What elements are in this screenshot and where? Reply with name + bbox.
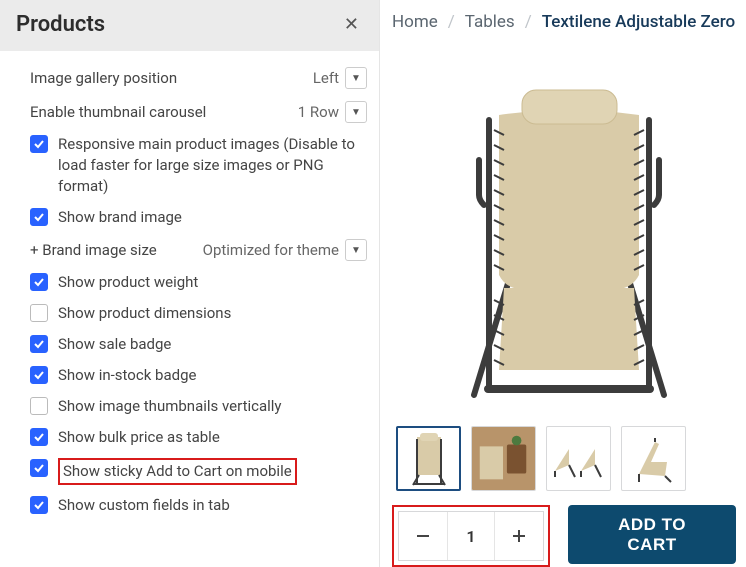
field-label: Enable thumbnail carousel <box>30 103 298 121</box>
checkbox-label: Show image thumbnails vertically <box>58 396 282 417</box>
thumbnail-row <box>392 420 746 505</box>
main-product-image <box>392 40 746 420</box>
field-gallery-position: Image gallery position Left ▼ <box>30 61 367 95</box>
checkbox-label: Responsive main product images (Disable … <box>58 134 367 197</box>
breadcrumb-tables[interactable]: Tables <box>465 12 515 32</box>
checkbox-label: Show sale badge <box>58 334 171 355</box>
panel-body: Image gallery position Left ▼ Enable thu… <box>0 51 379 531</box>
quantity-highlight: 1 <box>392 505 550 567</box>
plus-icon <box>511 528 527 544</box>
field-thumb-carousel: Enable thumbnail carousel 1 Row ▼ <box>30 95 367 129</box>
breadcrumb-home[interactable]: Home <box>392 12 438 32</box>
checkbox-label: Show product weight <box>58 272 198 293</box>
checkbox-icon[interactable] <box>30 428 48 446</box>
thumbnail-4[interactable] <box>621 426 686 491</box>
chair-icon <box>444 50 694 410</box>
panel-header: Products ✕ <box>0 0 379 51</box>
highlight-box: Show sticky Add to Cart on mobile <box>58 458 297 485</box>
minus-icon <box>415 528 431 544</box>
checkbox-icon[interactable] <box>30 273 48 291</box>
checkbox-icon[interactable] <box>30 459 48 477</box>
checkbox-icon[interactable] <box>30 366 48 384</box>
quantity-value: 1 <box>447 512 495 560</box>
settings-panel: Products ✕ Image gallery position Left ▼… <box>0 0 380 567</box>
breadcrumb-current: Textilene Adjustable Zero <box>542 12 735 32</box>
checkbox-custom-fields[interactable]: Show custom fields in tab <box>30 490 367 521</box>
checkbox-icon[interactable] <box>30 496 48 514</box>
checkbox-bulk-price[interactable]: Show bulk price as table <box>30 422 367 453</box>
breadcrumb: Home / Tables / Textilene Adjustable Zer… <box>392 10 746 40</box>
checkbox-product-weight[interactable]: Show product weight <box>30 267 367 298</box>
chevron-down-icon[interactable]: ▼ <box>345 239 367 261</box>
checkbox-sale-badge[interactable]: Show sale badge <box>30 329 367 360</box>
product-preview: Home / Tables / Textilene Adjustable Zer… <box>380 0 746 567</box>
close-icon[interactable]: ✕ <box>340 10 363 39</box>
field-label: + Brand image size <box>30 241 203 259</box>
checkbox-icon[interactable] <box>30 335 48 353</box>
checkbox-label: Show sticky Add to Cart on mobile <box>63 462 292 480</box>
checkbox-sticky-add-to-cart[interactable]: Show sticky Add to Cart on mobile <box>30 453 367 490</box>
checkbox-product-dimensions[interactable]: Show product dimensions <box>30 298 367 329</box>
thumbnail-2[interactable] <box>471 426 536 491</box>
checkbox-label: Show brand image <box>58 207 182 228</box>
cart-controls: 1 ADD TO CART <box>392 505 746 567</box>
field-value: Optimized for theme <box>203 241 339 259</box>
checkbox-responsive-images[interactable]: Responsive main product images (Disable … <box>30 129 367 202</box>
breadcrumb-sep: / <box>525 12 532 32</box>
panel-title: Products <box>16 12 105 37</box>
breadcrumb-sep: / <box>448 12 455 32</box>
checkbox-icon[interactable] <box>30 397 48 415</box>
checkbox-icon[interactable] <box>30 208 48 226</box>
checkbox-brand-image[interactable]: Show brand image <box>30 202 367 233</box>
field-brand-image-size: + Brand image size Optimized for theme ▼ <box>30 233 367 267</box>
decrement-button[interactable] <box>399 512 447 560</box>
checkbox-thumbnails-vertical[interactable]: Show image thumbnails vertically <box>30 391 367 422</box>
checkbox-icon[interactable] <box>30 304 48 322</box>
increment-button[interactable] <box>495 512 543 560</box>
checkbox-label: Show in-stock badge <box>58 365 196 386</box>
field-value: 1 Row <box>298 103 339 121</box>
checkbox-label: Show product dimensions <box>58 303 231 324</box>
field-label: Image gallery position <box>30 69 313 87</box>
checkbox-label: Show bulk price as table <box>58 427 220 448</box>
quantity-stepper: 1 <box>398 511 544 561</box>
checkbox-label: Show custom fields in tab <box>58 495 230 516</box>
field-value: Left <box>313 69 339 87</box>
thumbnail-1[interactable] <box>396 426 461 491</box>
checkbox-icon[interactable] <box>30 135 48 153</box>
chevron-down-icon[interactable]: ▼ <box>345 67 367 89</box>
chevron-down-icon[interactable]: ▼ <box>345 101 367 123</box>
add-to-cart-button[interactable]: ADD TO CART <box>568 505 736 564</box>
checkbox-instock-badge[interactable]: Show in-stock badge <box>30 360 367 391</box>
thumbnail-3[interactable] <box>546 426 611 491</box>
